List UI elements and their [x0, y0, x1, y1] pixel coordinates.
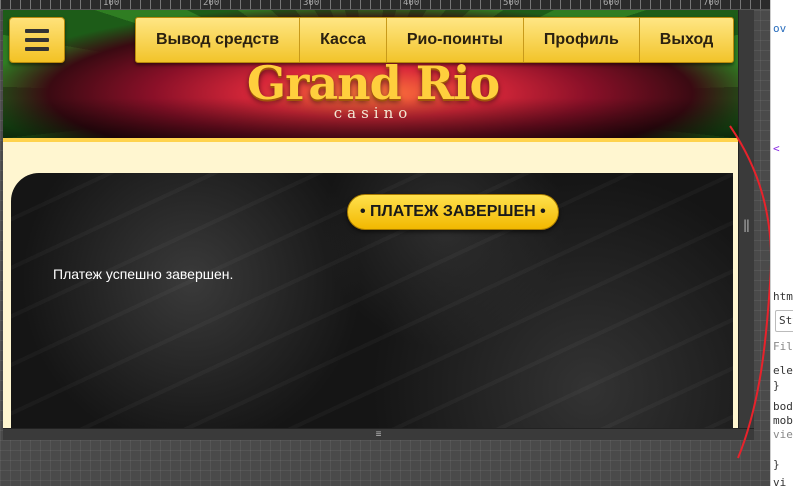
- site-logo[interactable]: Grand Rio casino: [243, 60, 503, 122]
- drag-grip-icon: ‖: [742, 218, 751, 232]
- hamburger-icon: [25, 29, 49, 33]
- styles-filter-input[interactable]: Filte: [773, 340, 793, 353]
- viewport-width-handle[interactable]: ‖: [738, 10, 754, 440]
- logo-title: Grand Rio: [246, 56, 500, 110]
- viewport-height-handle[interactable]: ≡: [3, 428, 754, 440]
- devtools-line: bod: [773, 400, 793, 413]
- devtools-line: mob: [773, 414, 793, 427]
- hamburger-icon-bar: [25, 47, 49, 51]
- ruler-mark: 700: [703, 0, 720, 8]
- drag-grip-icon: ≡: [375, 428, 382, 440]
- ruler-mark: 600: [603, 0, 620, 8]
- devtools-panel: ov < htm Sty Filte ele } bod mob vie } v…: [770, 0, 793, 486]
- devtools-line: vie: [773, 428, 793, 441]
- ruler-mark: 500: [503, 0, 520, 8]
- payment-status-badge: • ПЛАТЕЖ ЗАВЕРШЕН •: [347, 194, 559, 230]
- devtools-line: ele: [773, 364, 793, 377]
- devtools-line: }: [773, 458, 780, 471]
- content-panel: • ПЛАТЕЖ ЗАВЕРШЕН • Платеж успешно завер…: [11, 173, 733, 428]
- device-viewport: Вывод средств Касса Рио-поинты Профиль В…: [3, 10, 738, 428]
- ruler-mark: 400: [403, 0, 420, 8]
- devtools-line[interactable]: <: [773, 142, 780, 155]
- styles-tab[interactable]: Sty: [775, 310, 793, 332]
- nav-item-profile[interactable]: Профиль: [522, 18, 639, 62]
- menu-button[interactable]: [9, 17, 65, 63]
- devtools-line[interactable]: ov: [773, 22, 786, 35]
- ruler-mark: 300: [303, 0, 320, 8]
- ruler-mark: 200: [203, 0, 220, 8]
- payment-status-message: Платеж успешно завершен.: [53, 266, 234, 282]
- hamburger-icon-bar: [25, 38, 49, 42]
- ruler-mark: 100: [103, 0, 120, 8]
- devtools-line[interactable]: htm: [773, 290, 793, 303]
- devtools-line: vi: [773, 476, 787, 486]
- ruler: 100 200 300 400 500 600 700: [0, 0, 770, 10]
- devtools-line: }: [773, 379, 780, 392]
- site-header: Вывод средств Касса Рио-поинты Профиль В…: [3, 10, 738, 142]
- nav-item-logout[interactable]: Выход: [638, 18, 733, 62]
